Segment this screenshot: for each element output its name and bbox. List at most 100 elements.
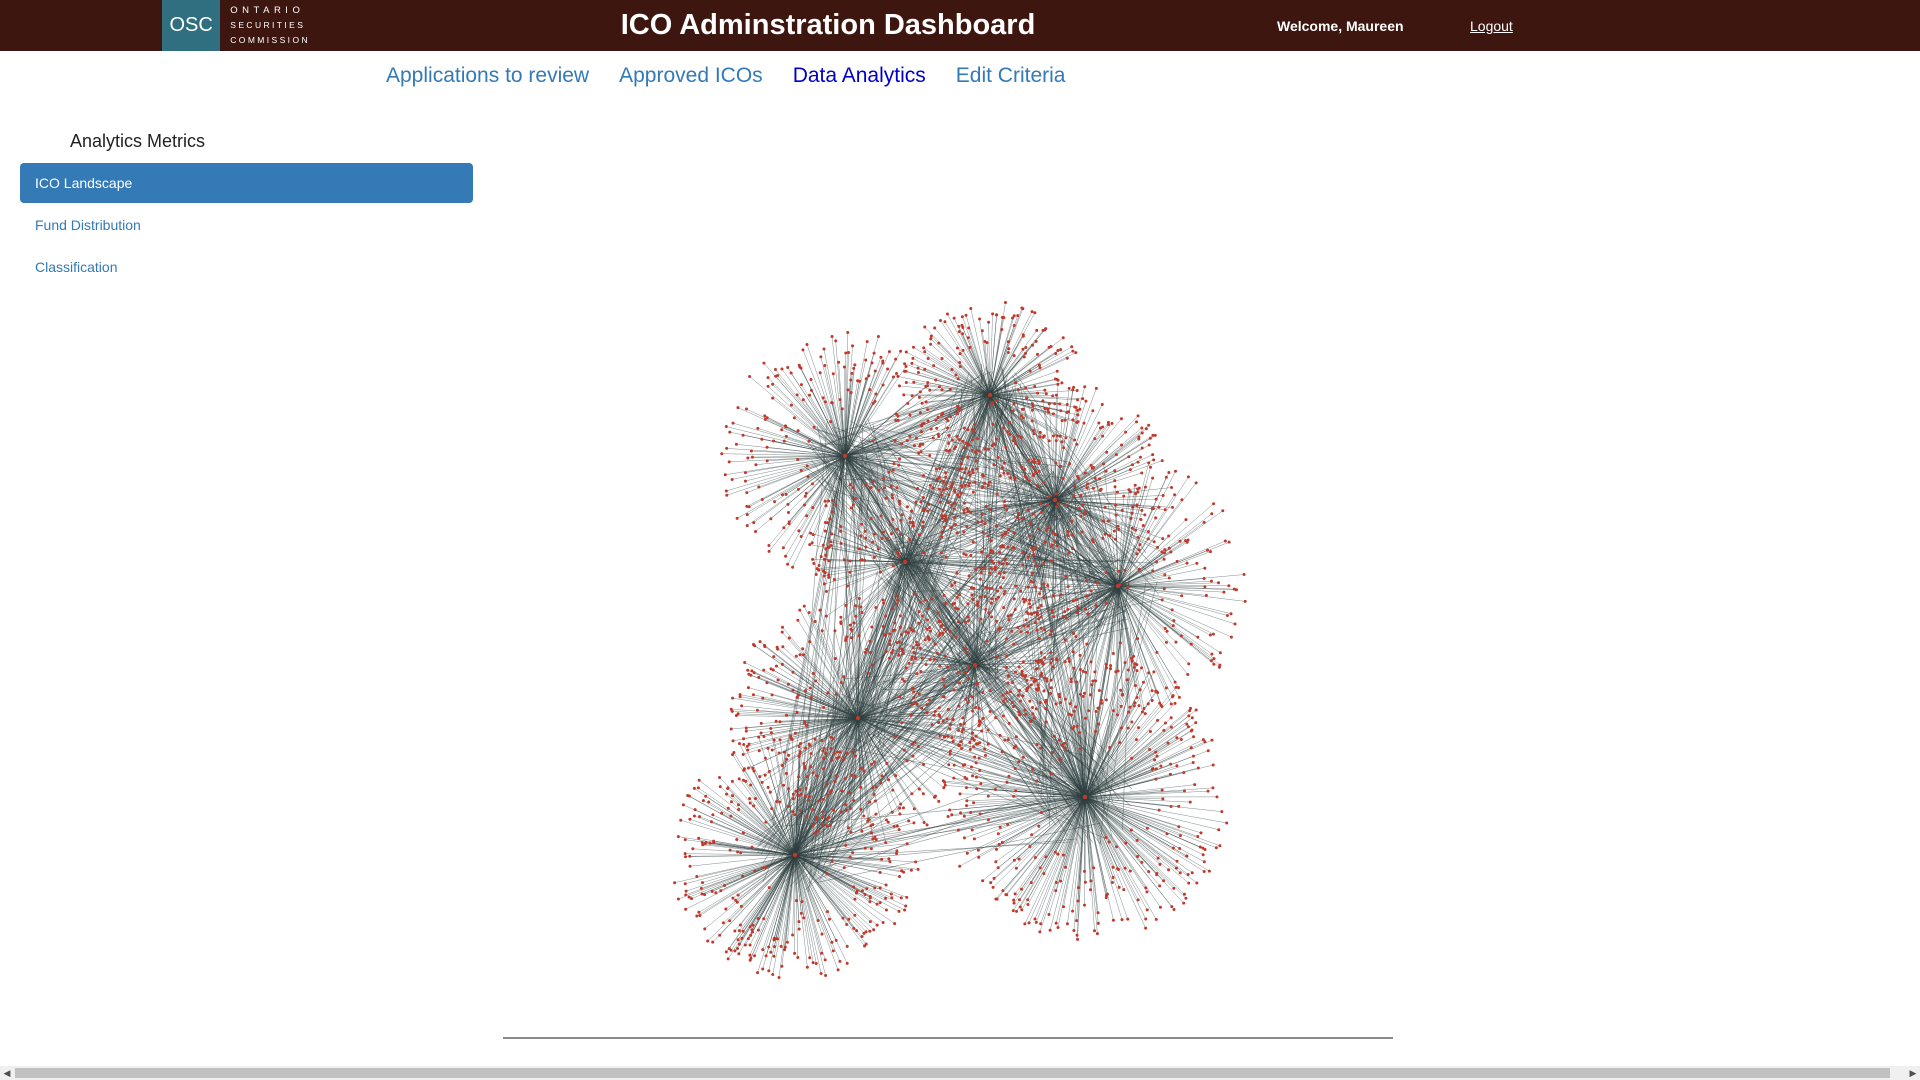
network-node [909, 713, 913, 717]
network-node [770, 748, 774, 752]
network-node [880, 857, 884, 861]
network-node [822, 705, 826, 709]
network-node [1148, 465, 1152, 469]
network-node [1111, 876, 1115, 880]
network-node [1140, 426, 1144, 430]
network-node [1051, 434, 1055, 438]
network-node [780, 662, 784, 666]
network-node [969, 553, 973, 557]
network-node [872, 792, 876, 796]
network-node [1002, 426, 1006, 430]
network-node [1038, 430, 1042, 434]
network-node [809, 531, 813, 535]
network-node [1162, 879, 1166, 883]
tab-edit-criteria[interactable]: Edit Criteria [956, 64, 1066, 88]
network-node [938, 318, 942, 322]
sidebar-item-fund-distribution[interactable]: Fund Distribution [20, 205, 473, 245]
network-node [1134, 738, 1138, 742]
network-node [1005, 508, 1009, 512]
network-node [684, 889, 688, 893]
sidebar-item-ico-landscape[interactable]: ICO Landscape [20, 163, 473, 203]
logo-wordmark: ONTARIO SECURITIES COMMISSION [230, 3, 310, 48]
osc-logo[interactable]: OSC ONTARIO SECURITIES COMMISSION [162, 0, 310, 51]
network-node [913, 592, 917, 596]
network-node [760, 780, 764, 784]
network-node [908, 516, 912, 520]
network-node [769, 667, 773, 671]
network-node [833, 629, 837, 633]
network-node [1185, 561, 1189, 565]
network-node [941, 631, 945, 635]
network-node [849, 506, 853, 510]
network-node [1058, 695, 1062, 699]
network-node [748, 801, 752, 805]
network-hub-node [972, 662, 978, 668]
network-node [1035, 628, 1039, 632]
network-node [955, 571, 959, 575]
network-node [984, 586, 988, 590]
network-node [1005, 654, 1009, 658]
network-node [1212, 662, 1216, 666]
network-node [761, 948, 765, 952]
network-node [998, 550, 1002, 554]
network-node [1023, 675, 1027, 679]
network-node [1039, 615, 1043, 619]
network-node [1026, 898, 1030, 902]
sidebar-item-classification[interactable]: Classification [20, 247, 473, 287]
network-node [690, 897, 694, 901]
network-node [1215, 795, 1219, 799]
network-node [1047, 402, 1051, 406]
network-node [895, 372, 899, 376]
tab-approved-icos[interactable]: Approved ICOs [619, 64, 763, 88]
network-node [971, 438, 975, 442]
network-node [947, 434, 951, 438]
network-node [820, 629, 824, 633]
network-node [1167, 534, 1171, 538]
network-node [891, 375, 895, 379]
network-node [793, 951, 797, 955]
network-node [948, 749, 952, 753]
network-node [965, 799, 969, 803]
tab-data-analytics[interactable]: Data Analytics [793, 64, 926, 88]
network-node [1082, 903, 1086, 907]
network-node [1021, 563, 1025, 567]
network-node [935, 651, 939, 655]
tab-applications-to-review[interactable]: Applications to review [386, 64, 589, 88]
network-node [959, 722, 963, 726]
network-node [880, 537, 884, 541]
network-node [1036, 352, 1040, 356]
network-node [917, 610, 921, 614]
network-node [1071, 650, 1075, 654]
network-node [1043, 388, 1047, 392]
network-node [887, 350, 891, 354]
network-node [923, 367, 927, 371]
network-node [1032, 432, 1036, 436]
network-node [1227, 540, 1231, 544]
network-node [741, 874, 745, 878]
network-node [941, 509, 945, 513]
network-node [1163, 548, 1167, 552]
network-node [871, 480, 875, 484]
network-node [973, 480, 977, 484]
network-node [1138, 455, 1142, 459]
network-node [912, 696, 916, 700]
network-node [769, 950, 773, 954]
network-node [1062, 905, 1066, 909]
network-node [1137, 567, 1141, 571]
ico-landscape-network-graph[interactable] [640, 250, 1260, 1000]
network-node [1125, 678, 1129, 682]
network-node [863, 892, 867, 896]
network-node [1002, 571, 1006, 575]
network-node [832, 752, 836, 756]
network-node [958, 792, 962, 796]
network-node [1023, 922, 1027, 926]
network-node [1072, 709, 1076, 713]
network-node [821, 797, 825, 801]
network-node [821, 543, 825, 547]
network-node [966, 666, 970, 670]
logout-link[interactable]: Logout [1470, 0, 1513, 51]
network-node [986, 534, 990, 538]
network-node [736, 938, 740, 942]
network-node [963, 501, 967, 505]
network-node [797, 920, 801, 924]
